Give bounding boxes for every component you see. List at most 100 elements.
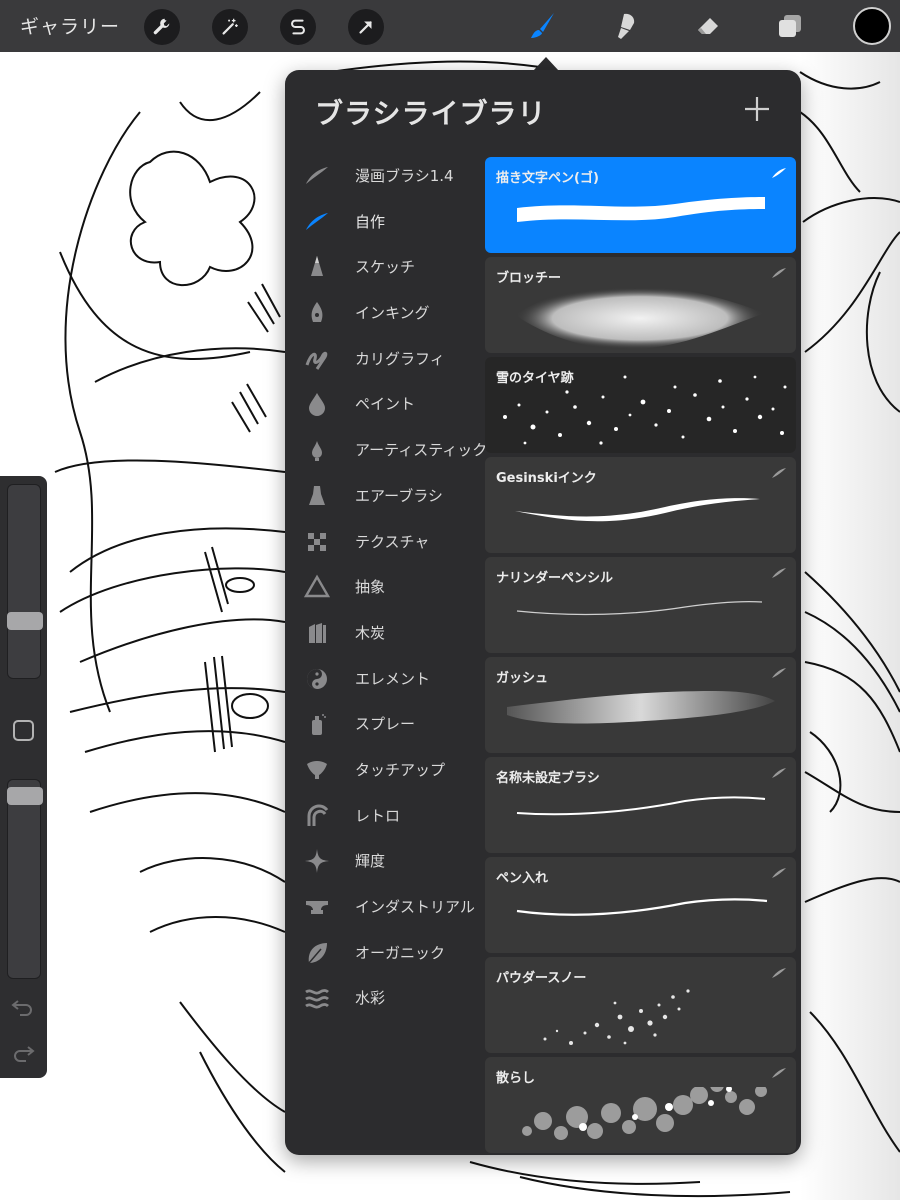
- set-label: 漫画ブラシ1.4: [355, 167, 454, 185]
- brush-name: 雪のタイヤ跡: [496, 371, 574, 386]
- set-label: スケッチ: [355, 258, 416, 277]
- set-item-artistic[interactable]: アーティスティック: [285, 427, 487, 473]
- popover-caret: [533, 57, 559, 71]
- set-label: インキング: [355, 304, 430, 323]
- brush-name: 描き文字ペン(ゴ): [496, 171, 599, 186]
- set-item-texture[interactable]: テクスチャ: [285, 519, 485, 565]
- top-toolbar: ギャラリー: [0, 0, 900, 52]
- brush-card[interactable]: ペン入れ: [485, 857, 796, 953]
- layers-icon[interactable]: [772, 8, 808, 44]
- brush-size-slider[interactable]: [7, 484, 43, 679]
- pen-nib-icon: [311, 302, 323, 323]
- brush-name: ブロッチー: [496, 271, 562, 286]
- library-title: ブラシライブラリ: [315, 97, 547, 130]
- set-item-elements[interactable]: エレメント: [285, 656, 485, 702]
- stroke-icon: [772, 268, 786, 278]
- stroke-icon: [772, 468, 786, 478]
- set-label: テクスチャ: [355, 532, 430, 551]
- opacity-slider[interactable]: [7, 779, 43, 979]
- brush-name: ナリンダーペンシル: [496, 571, 614, 586]
- set-label: タッチアップ: [355, 760, 446, 779]
- stroke-icon: [772, 168, 786, 178]
- retro-arc-icon: [307, 804, 329, 826]
- brush-name: パウダースノー: [496, 971, 587, 986]
- waves-icon: [305, 989, 329, 1009]
- brush-card[interactable]: ブロッチー: [485, 257, 796, 353]
- set-item-abstract[interactable]: 抽象: [285, 564, 485, 610]
- set-item-organic[interactable]: オーガニック: [285, 930, 485, 976]
- modify-button[interactable]: [13, 720, 34, 741]
- set-item-manga[interactable]: 漫画ブラシ1.4: [285, 153, 485, 199]
- shell-icon: [307, 760, 327, 779]
- brush-set-list: 漫画ブラシ1.4 自作 スケッチ インキング カリグラフィ ペイント アーティス…: [285, 153, 487, 1021]
- set-item-retro[interactable]: レトロ: [285, 793, 485, 839]
- brush-library-popover: ブラシライブラリ 漫画ブラシ1.4 自作 スケッチ インキング カリグラフィ ペ…: [285, 70, 801, 1155]
- brush-size-handle[interactable]: [7, 612, 43, 630]
- opacity-handle[interactable]: [7, 787, 43, 805]
- sparkle-icon: [305, 849, 329, 874]
- undo-icon[interactable]: [10, 996, 36, 1018]
- color-swatch-button[interactable]: [853, 7, 891, 45]
- set-label: 輝度: [355, 852, 386, 871]
- set-item-industrial[interactable]: インダストリアル: [285, 884, 485, 930]
- charcoal-icon: [309, 622, 326, 643]
- drop-icon: [309, 393, 325, 417]
- stroke-icon: [772, 968, 786, 978]
- plus-icon[interactable]: [740, 92, 774, 126]
- pencil-tip-icon: [311, 256, 323, 277]
- stroke-icon: [772, 768, 786, 778]
- set-item-charcoal[interactable]: 木炭: [285, 610, 485, 656]
- redo-icon[interactable]: [10, 1042, 36, 1064]
- brush-preview-gouache: [485, 687, 796, 753]
- brush-preview-tapered-ink: [485, 487, 796, 553]
- brush-name: 散らし: [496, 1071, 536, 1086]
- set-label: カリグラフィ: [355, 349, 445, 368]
- wrench-icon[interactable]: [144, 9, 180, 45]
- brush-card[interactable]: 描き文字ペン(ゴ): [485, 157, 796, 253]
- yin-yang-icon: [307, 668, 327, 689]
- magic-wand-icon[interactable]: [212, 9, 248, 45]
- set-item-spray[interactable]: スプレー: [285, 701, 485, 747]
- selection-s-icon[interactable]: [280, 9, 316, 45]
- brush-card[interactable]: Gesinskiインク: [485, 457, 796, 553]
- set-label: インダストリアル: [355, 898, 475, 916]
- set-label: 水彩: [355, 989, 386, 1008]
- gallery-button[interactable]: ギャラリー: [20, 12, 120, 39]
- brush-list: 描き文字ペン(ゴ) ブロッチー 雪のタイヤ跡 Gesinskiインク ナリンダー…: [485, 157, 796, 1155]
- set-label: エアーブラシ: [355, 486, 443, 505]
- brush-name: ガッシュ: [496, 671, 549, 686]
- set-item-paint[interactable]: ペイント: [285, 381, 485, 427]
- set-label: レトロ: [355, 806, 401, 825]
- set-label: 自作: [355, 212, 386, 231]
- triangle-icon: [303, 574, 331, 598]
- set-label: 木炭: [355, 623, 386, 642]
- brush-card[interactable]: ガッシュ: [485, 657, 796, 753]
- set-item-jisaku[interactable]: 自作: [285, 199, 485, 245]
- brush-preview-thick-stroke: [485, 187, 796, 253]
- brush-preview-bokeh-dots: [485, 1087, 796, 1153]
- brush-name: ペン入れ: [496, 871, 549, 886]
- set-item-sketch[interactable]: スケッチ: [285, 244, 485, 290]
- set-item-touchup[interactable]: タッチアップ: [285, 747, 485, 793]
- stroke-icon: [306, 212, 328, 230]
- calligraphy-icon: [305, 351, 328, 370]
- brush-card[interactable]: 名称未設定ブラシ: [485, 757, 796, 853]
- stroke-icon: [772, 868, 786, 878]
- anvil-icon: [306, 901, 328, 914]
- brush-card[interactable]: 散らし: [485, 1057, 796, 1153]
- set-item-luminance[interactable]: 輝度: [285, 838, 485, 884]
- set-item-watercolor[interactable]: 水彩: [285, 975, 485, 1021]
- set-item-inking[interactable]: インキング: [285, 290, 485, 336]
- set-item-airbrush[interactable]: エアーブラシ: [285, 473, 485, 519]
- brush-icon[interactable]: [525, 8, 561, 44]
- brush-card[interactable]: 雪のタイヤ跡: [485, 357, 796, 453]
- smudge-icon[interactable]: [608, 8, 644, 44]
- eraser-icon[interactable]: [690, 8, 726, 44]
- transform-arrow-icon[interactable]: [348, 9, 384, 45]
- set-label: 抽象: [355, 578, 386, 597]
- set-item-calligraphy[interactable]: カリグラフィ: [285, 336, 485, 382]
- brush-preview-mono-line: [485, 787, 796, 853]
- brush-card[interactable]: ナリンダーペンシル: [485, 557, 796, 653]
- brush-name: 名称未設定ブラシ: [496, 771, 600, 786]
- brush-card[interactable]: パウダースノー: [485, 957, 796, 1053]
